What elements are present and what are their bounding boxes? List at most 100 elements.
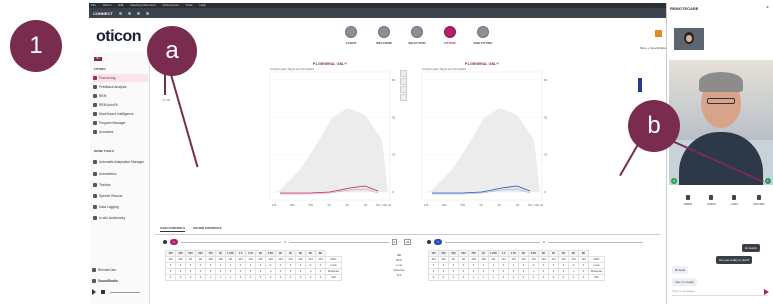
table-cell[interactable]: 0 <box>428 274 439 281</box>
table-cell[interactable]: 3 <box>518 274 529 281</box>
table-cell[interactable]: 3 <box>255 274 266 281</box>
table-cell[interactable]: 0 <box>195 274 206 281</box>
menu-oticon[interactable]: Oticon <box>103 3 112 7</box>
settings-icon[interactable] <box>400 86 407 93</box>
table-cell[interactable]: 0 <box>438 274 449 281</box>
table-cell[interactable]: 0 <box>538 274 549 281</box>
sidebar-item-feedback-analysis[interactable]: Feedback Analysis <box>93 83 148 91</box>
sidebar-item-program-manager[interactable]: Program Manager <box>93 119 148 127</box>
table-cell[interactable]: 0 <box>295 274 306 281</box>
step-end-fitting[interactable]: END FITTING <box>472 26 494 45</box>
sidebar-item-fine-tuning[interactable]: Fine-tuning <box>93 74 148 82</box>
zoom-icon[interactable] <box>400 70 407 77</box>
table-cell[interactable]: 0 <box>458 274 469 281</box>
row-label[interactable]: Moderate <box>390 269 408 272</box>
table-cell[interactable]: 0 <box>185 274 196 281</box>
table-cell[interactable]: 0 <box>558 274 569 281</box>
display-icon[interactable] <box>400 94 407 101</box>
tab-gain-controls[interactable]: GAIN CONTROLS <box>160 226 186 232</box>
menu-edit[interactable]: Edit <box>118 3 123 7</box>
link-icon[interactable] <box>400 78 407 85</box>
sidebar-item-adaptation-manager[interactable]: Automatic Adaptation Manager <box>93 156 148 168</box>
table-cell[interactable]: 1 <box>478 274 489 281</box>
table-cell[interactable]: 0 <box>175 274 186 281</box>
more-tools-header[interactable]: MORE TOOLS <box>94 149 114 153</box>
close-icon[interactable]: × <box>766 5 769 11</box>
box-left[interactable]: 3 <box>391 239 398 245</box>
sidebar-item-insitu[interactable]: In-situ Audiometry <box>93 214 148 222</box>
table-cell[interactable]: 0 <box>265 274 276 281</box>
audio-button[interactable]: AUDIO <box>707 195 716 206</box>
remotecare-link[interactable]: RemoteCare <box>92 268 116 272</box>
gain-slider-left[interactable] <box>181 241 281 243</box>
gain-slider-right[interactable] <box>445 241 540 243</box>
program-pill-left[interactable]: 1 <box>170 239 178 245</box>
table-cell[interactable]: 2 <box>245 274 256 281</box>
sidebar-item-tinnitus[interactable]: Tinnitus <box>93 181 148 189</box>
row-label[interactable]: MPO <box>390 259 408 262</box>
step-fitting[interactable]: FITTING <box>439 26 461 45</box>
box-right[interactable]: 24 <box>404 239 412 245</box>
sidebar-item-moresound[interactable]: MoreSound Intelligence <box>93 110 148 118</box>
sidebar-item-acoustics[interactable]: Acoustics <box>93 128 148 136</box>
side-tab[interactable]: R1 <box>94 57 102 61</box>
self-video[interactable] <box>674 28 704 50</box>
table-cell[interactable]: 1 <box>488 274 499 281</box>
table-cell[interactable]: 2 <box>235 274 246 281</box>
menu-file[interactable]: File <box>91 3 96 7</box>
step-client[interactable]: CLIENT <box>340 26 362 45</box>
sidebar-item-rem[interactable]: REM <box>93 92 148 100</box>
menu-tools[interactable]: Tools <box>186 3 193 7</box>
table-cell[interactable]: 0 <box>285 274 296 281</box>
sidebar-item-speech-rescue[interactable]: Speech Rescue <box>93 192 148 200</box>
menu-hearing-instrument[interactable]: Hearing Instrument <box>130 3 156 7</box>
table-cell[interactable]: 1 <box>468 274 479 281</box>
x-tick-label: 250 <box>442 203 447 207</box>
toolbar-icon[interactable] <box>145 11 149 15</box>
gain-slider-left-2[interactable] <box>288 241 389 243</box>
row-label-all[interactable]: All <box>390 253 408 257</box>
menu-help[interactable]: Help <box>199 3 205 7</box>
row-label[interactable]: Soft <box>390 274 408 277</box>
chat-button[interactable]: CHAT <box>731 195 738 206</box>
sidebar-item-data-logging[interactable]: Data Logging <box>93 203 148 211</box>
more-specifications[interactable]: More + Specifications <box>640 46 669 50</box>
gain-slider-right-2[interactable] <box>547 241 643 243</box>
table-cell[interactable]: 0 <box>568 274 579 281</box>
table-cell[interactable]: 2 <box>498 274 509 281</box>
connect-button[interactable]: CONNECT <box>93 11 113 16</box>
sidebar-item-rem-autofit[interactable]: REM AutoFit <box>93 101 148 109</box>
orange-flag-icon[interactable] <box>655 30 662 37</box>
table-cell[interactable]: 1 <box>225 274 236 281</box>
send-icon[interactable] <box>764 289 769 295</box>
toolbar-icon[interactable] <box>127 11 131 15</box>
tab-sound-controls[interactable]: SOUND CONTROLS <box>193 226 222 232</box>
sidebar-item-autometrics[interactable]: Autometrics <box>93 170 148 178</box>
soundstudio-link[interactable]: SoundStudio <box>92 279 118 283</box>
play-icon[interactable] <box>92 289 96 295</box>
table-cell[interactable]: 0 <box>165 274 176 281</box>
video-button[interactable]: VIDEO <box>683 195 692 206</box>
table-cell[interactable]: 0 <box>305 274 316 281</box>
table-cell[interactable]: 1 <box>215 274 226 281</box>
table-cell[interactable]: 2 <box>508 274 519 281</box>
step-selection[interactable]: SELECTION <box>406 26 428 45</box>
table-cell[interactable]: 0 <box>448 274 459 281</box>
table-cell[interactable]: 0 <box>275 274 286 281</box>
toolbar-icon[interactable] <box>136 11 140 15</box>
speaker-icon[interactable] <box>101 290 105 294</box>
remote-video[interactable]: R L <box>669 60 773 185</box>
table-cell[interactable]: 1 <box>205 274 216 281</box>
table-cell[interactable]: 0 <box>578 274 589 281</box>
program-pill-right[interactable]: 1 <box>434 239 442 245</box>
row-label[interactable]: Loud <box>390 264 408 267</box>
table-cell[interactable]: 0 <box>548 274 559 281</box>
step-welcome[interactable]: WELCOME <box>373 26 395 45</box>
volume-slider[interactable] <box>110 291 140 293</box>
chat-input[interactable]: Type a message... <box>672 289 768 296</box>
upload-button[interactable]: UPLOAD <box>753 195 765 206</box>
table-cell[interactable]: 0 <box>315 274 326 281</box>
menu-preferences[interactable]: Preferences <box>163 3 179 7</box>
toolbar-icon[interactable] <box>118 11 122 15</box>
table-cell[interactable]: 0 <box>528 274 539 281</box>
